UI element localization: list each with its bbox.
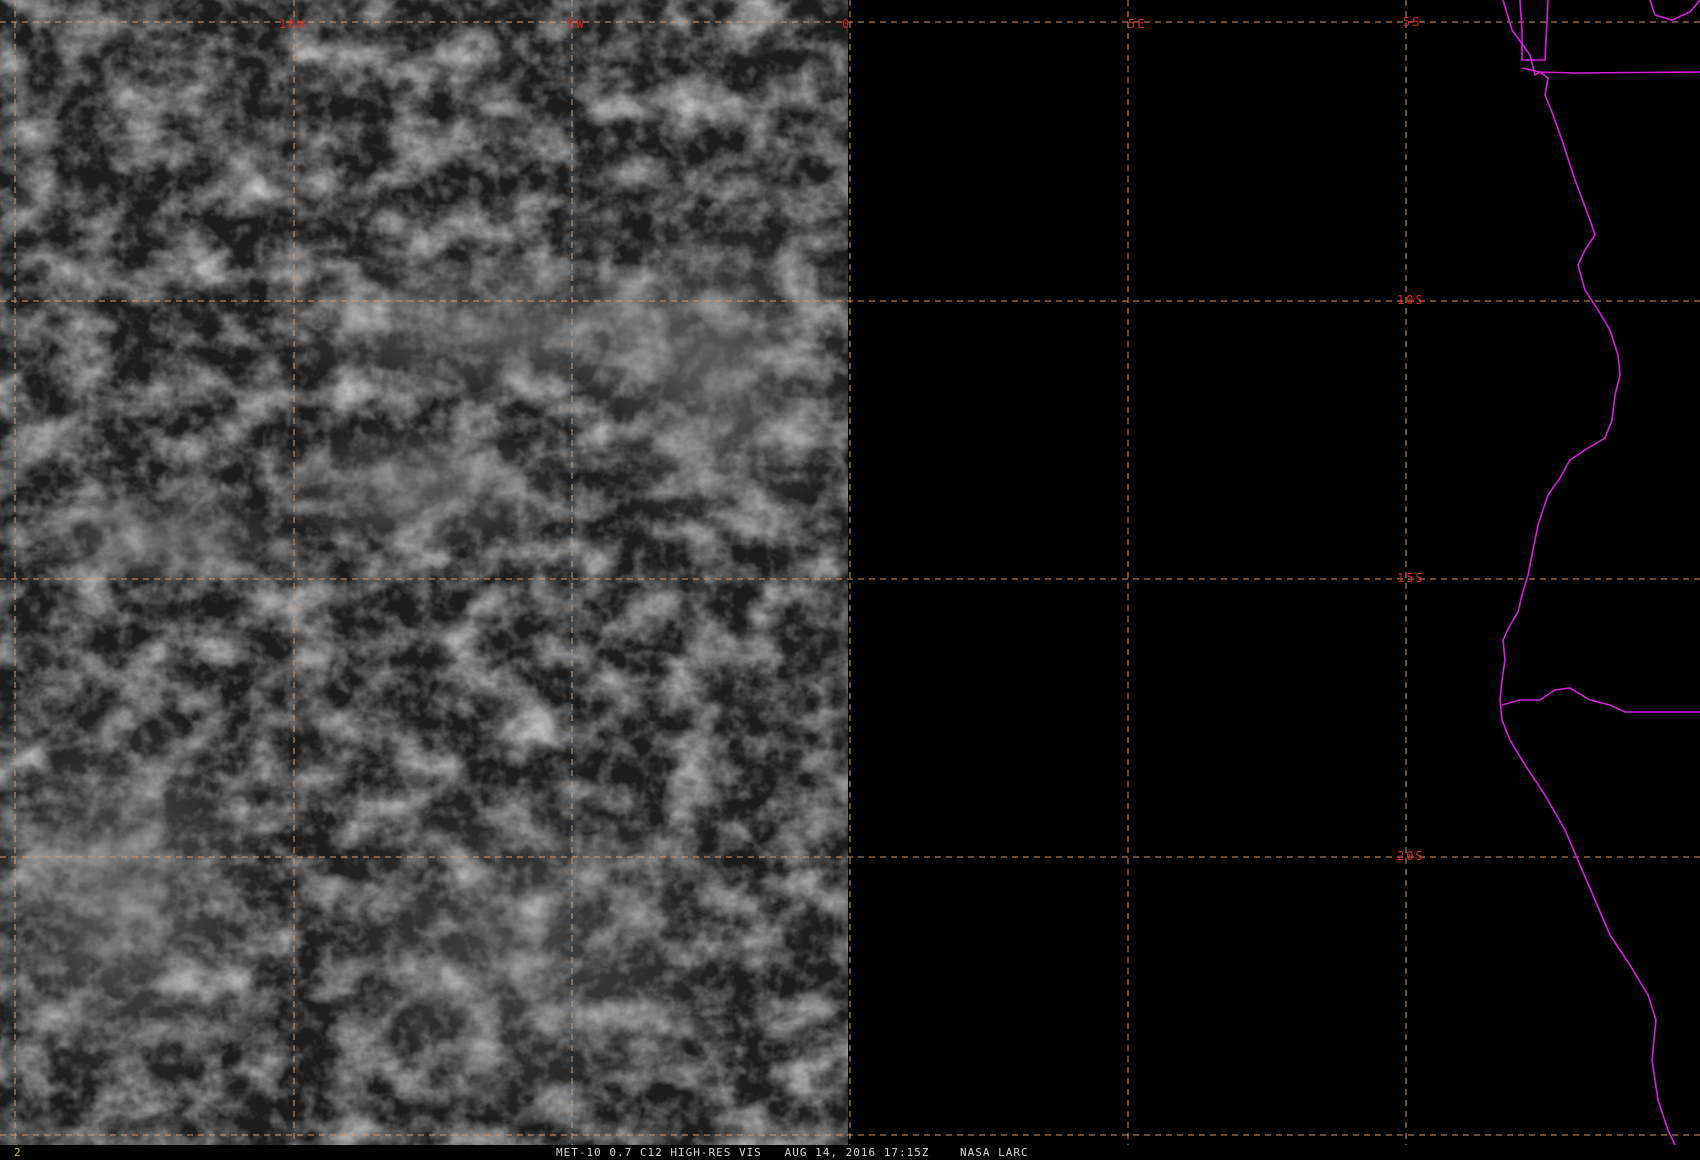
satellite-map: 10W 5W 0 5E 5S 10S 15S 20S [0,0,1700,1145]
image-caption: MET-10 0.7 C12 HIGH-RES VIS AUG 14, 2016… [556,1146,1029,1159]
latitude-labels: 5S 10S 15S 20S [1397,15,1425,863]
cloud-imagery [0,0,860,1145]
lat-label-10s: 10S [1397,293,1425,307]
lat-label-5s: 5S [1403,15,1421,29]
lon-label-10w: 10W [279,17,307,31]
satellite-image-viewer: 10W 5W 0 5E 5S 10S 15S 20S 2 MET-10 0.7 … [0,0,1700,1160]
coastline-borders [1499,0,1700,1145]
border-angola-namibia [1501,687,1700,713]
border-top-right [1649,0,1700,21]
border-north-east [1521,67,1700,74]
frame-number: 2 [14,1146,21,1159]
lat-label-20s: 20S [1397,849,1425,863]
lon-label-5w: 5W [567,17,585,31]
lat-label-15s: 15S [1397,571,1425,585]
border-north [1519,0,1549,61]
status-bar: 2 MET-10 0.7 C12 HIGH-RES VIS AUG 14, 20… [0,1145,1700,1160]
coastline [1499,0,1676,1145]
lon-label-5e: 5E [1128,17,1146,31]
lon-label-0: 0 [842,17,851,31]
